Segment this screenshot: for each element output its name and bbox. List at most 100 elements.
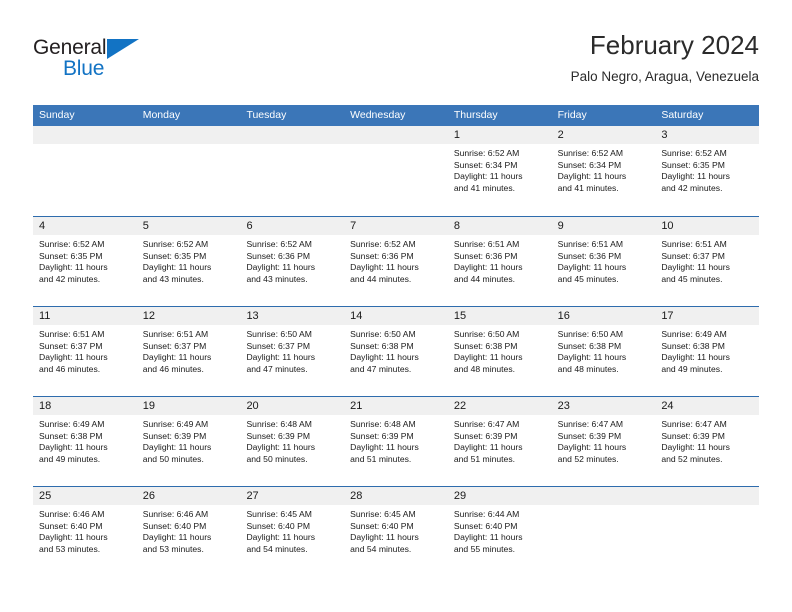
day-cell[interactable]: 9 Sunrise: 6:51 AM Sunset: 6:36 PM Dayli… <box>551 217 656 306</box>
daylight-text-line1: Daylight: 11 hours <box>453 532 523 543</box>
page-subtitle: Palo Negro, Aragua, Venezuela <box>570 69 759 84</box>
day-cell[interactable]: 8 Sunrise: 6:51 AM Sunset: 6:36 PM Dayli… <box>447 217 552 306</box>
day-info: Sunrise: 6:50 AM Sunset: 6:38 PM Dayligh… <box>344 325 448 375</box>
sunrise-text: Sunrise: 6:49 AM <box>661 329 727 339</box>
day-cell[interactable] <box>551 487 656 576</box>
sunrise-text: Sunrise: 6:51 AM <box>453 239 520 249</box>
day-info: Sunrise: 6:45 AM Sunset: 6:40 PM Dayligh… <box>344 505 448 555</box>
sunset-text: Sunset: 6:37 PM <box>246 340 310 351</box>
day-cell[interactable]: 4 Sunrise: 6:52 AM Sunset: 6:35 PM Dayli… <box>33 217 137 306</box>
day-info: Sunrise: 6:52 AM Sunset: 6:36 PM Dayligh… <box>344 235 448 285</box>
day-info: Sunrise: 6:51 AM Sunset: 6:37 PM Dayligh… <box>655 235 759 285</box>
day-cell[interactable]: 27 Sunrise: 6:45 AM Sunset: 6:40 PM Dayl… <box>240 487 345 576</box>
day-cell[interactable]: 14 Sunrise: 6:50 AM Sunset: 6:38 PM Dayl… <box>344 307 448 396</box>
generalblue-logo[interactable]: General Blue <box>33 36 163 82</box>
day-cell[interactable] <box>33 126 137 216</box>
day-cell[interactable]: 19 Sunrise: 6:49 AM Sunset: 6:39 PM Dayl… <box>136 397 241 486</box>
sunrise-text: Sunrise: 6:52 AM <box>453 148 520 158</box>
day-cell[interactable]: 2 Sunrise: 6:52 AM Sunset: 6:34 PM Dayli… <box>551 126 656 216</box>
day-number <box>33 126 137 144</box>
day-cell[interactable]: 21 Sunrise: 6:48 AM Sunset: 6:39 PM Dayl… <box>344 397 448 486</box>
day-info <box>344 144 448 148</box>
day-cell[interactable]: 22 Sunrise: 6:47 AM Sunset: 6:39 PM Dayl… <box>447 397 552 486</box>
day-number: 12 <box>136 307 241 325</box>
day-number: 11 <box>33 307 137 325</box>
day-number: 22 <box>447 397 552 415</box>
day-number: 9 <box>551 217 656 235</box>
sunrise-text: Sunrise: 6:46 AM <box>142 509 209 519</box>
day-cell[interactable]: 16 Sunrise: 6:50 AM Sunset: 6:38 PM Dayl… <box>551 307 656 396</box>
day-cell[interactable]: 15 Sunrise: 6:50 AM Sunset: 6:38 PM Dayl… <box>447 307 552 396</box>
day-number <box>136 126 241 144</box>
day-cell[interactable]: 12 Sunrise: 6:51 AM Sunset: 6:37 PM Dayl… <box>136 307 241 396</box>
sunset-text: Sunset: 6:37 PM <box>661 250 725 261</box>
daylight-text-line2: and 55 minutes. <box>453 543 516 554</box>
day-cell[interactable]: 7 Sunrise: 6:52 AM Sunset: 6:36 PM Dayli… <box>344 217 448 306</box>
day-cell[interactable]: 6 Sunrise: 6:52 AM Sunset: 6:36 PM Dayli… <box>240 217 345 306</box>
day-cell[interactable]: 23 Sunrise: 6:47 AM Sunset: 6:39 PM Dayl… <box>551 397 656 486</box>
daylight-text-line1: Daylight: 11 hours <box>246 262 316 273</box>
day-cell[interactable] <box>655 487 760 576</box>
day-cell[interactable]: 13 Sunrise: 6:50 AM Sunset: 6:37 PM Dayl… <box>240 307 345 396</box>
day-number: 17 <box>655 307 760 325</box>
day-cell[interactable]: 25 Sunrise: 6:46 AM Sunset: 6:40 PM Dayl… <box>33 487 137 576</box>
day-info: Sunrise: 6:48 AM Sunset: 6:39 PM Dayligh… <box>344 415 448 465</box>
day-cell[interactable]: 1 Sunrise: 6:52 AM Sunset: 6:34 PM Dayli… <box>447 126 552 216</box>
day-info: Sunrise: 6:52 AM Sunset: 6:35 PM Dayligh… <box>137 235 241 285</box>
daylight-text-line2: and 48 minutes. <box>453 363 516 374</box>
sunset-text: Sunset: 6:38 PM <box>661 340 725 351</box>
day-info <box>655 505 759 509</box>
daylight-text-line2: and 45 minutes. <box>557 273 619 284</box>
day-cell[interactable]: 20 Sunrise: 6:48 AM Sunset: 6:39 PM Dayl… <box>240 397 345 486</box>
day-cell[interactable]: 18 Sunrise: 6:49 AM Sunset: 6:38 PM Dayl… <box>33 397 137 486</box>
sunrise-text: Sunrise: 6:46 AM <box>39 509 105 519</box>
page-header: General Blue February 2024 Palo Negro, A… <box>33 28 759 98</box>
week-row: 25 Sunrise: 6:46 AM Sunset: 6:40 PM Dayl… <box>33 486 760 576</box>
day-cell[interactable]: 11 Sunrise: 6:51 AM Sunset: 6:37 PM Dayl… <box>33 307 137 396</box>
daylight-text-line2: and 43 minutes. <box>246 273 308 284</box>
day-cell[interactable]: 28 Sunrise: 6:45 AM Sunset: 6:40 PM Dayl… <box>344 487 448 576</box>
daylight-text-line2: and 54 minutes. <box>246 543 308 554</box>
calendar-grid: Sunday Monday Tuesday Wednesday Thursday… <box>33 105 760 576</box>
sunrise-text: Sunrise: 6:52 AM <box>39 239 105 249</box>
day-info <box>552 505 656 509</box>
day-info: Sunrise: 6:47 AM Sunset: 6:39 PM Dayligh… <box>552 415 656 465</box>
day-cell[interactable]: 10 Sunrise: 6:51 AM Sunset: 6:37 PM Dayl… <box>655 217 760 306</box>
sunset-text: Sunset: 6:39 PM <box>142 430 207 441</box>
daylight-text-line2: and 41 minutes. <box>453 182 516 193</box>
daylight-text-line1: Daylight: 11 hours <box>246 532 316 543</box>
daylight-text-line2: and 52 minutes. <box>557 453 619 464</box>
sunrise-text: Sunrise: 6:45 AM <box>350 509 416 519</box>
weekday-header-row: Sunday Monday Tuesday Wednesday Thursday… <box>33 105 759 126</box>
day-number <box>655 487 760 505</box>
day-cell[interactable]: 3 Sunrise: 6:52 AM Sunset: 6:35 PM Dayli… <box>655 126 760 216</box>
day-number <box>240 126 345 144</box>
day-number: 18 <box>33 397 137 415</box>
week-row: 11 Sunrise: 6:51 AM Sunset: 6:37 PM Dayl… <box>33 306 760 396</box>
day-cell[interactable] <box>136 126 241 216</box>
day-cell[interactable]: 26 Sunrise: 6:46 AM Sunset: 6:40 PM Dayl… <box>136 487 241 576</box>
day-number: 15 <box>447 307 552 325</box>
day-cell[interactable]: 24 Sunrise: 6:47 AM Sunset: 6:39 PM Dayl… <box>655 397 760 486</box>
day-cell[interactable] <box>344 126 448 216</box>
sunrise-text: Sunrise: 6:52 AM <box>557 148 624 158</box>
sunrise-text: Sunrise: 6:51 AM <box>557 239 624 249</box>
sunset-text: Sunset: 6:40 PM <box>142 520 207 531</box>
day-info: Sunrise: 6:50 AM Sunset: 6:38 PM Dayligh… <box>448 325 552 375</box>
day-cell[interactable]: 29 Sunrise: 6:44 AM Sunset: 6:40 PM Dayl… <box>447 487 552 576</box>
day-cell[interactable] <box>240 126 345 216</box>
sunrise-text: Sunrise: 6:51 AM <box>661 239 727 249</box>
day-info: Sunrise: 6:52 AM Sunset: 6:35 PM Dayligh… <box>655 144 759 194</box>
day-cell[interactable]: 5 Sunrise: 6:52 AM Sunset: 6:35 PM Dayli… <box>136 217 241 306</box>
sunset-text: Sunset: 6:39 PM <box>661 430 725 441</box>
day-info: Sunrise: 6:44 AM Sunset: 6:40 PM Dayligh… <box>448 505 552 555</box>
weekday-saturday: Saturday <box>661 109 704 121</box>
day-cell[interactable]: 17 Sunrise: 6:49 AM Sunset: 6:38 PM Dayl… <box>655 307 760 396</box>
day-number: 16 <box>551 307 656 325</box>
daylight-text-line1: Daylight: 11 hours <box>453 352 523 363</box>
sunrise-text: Sunrise: 6:52 AM <box>661 148 727 158</box>
daylight-text-line1: Daylight: 11 hours <box>39 532 108 543</box>
daylight-text-line2: and 45 minutes. <box>661 273 723 284</box>
daylight-text-line1: Daylight: 11 hours <box>661 262 730 273</box>
weekday-wednesday: Wednesday <box>350 109 406 121</box>
